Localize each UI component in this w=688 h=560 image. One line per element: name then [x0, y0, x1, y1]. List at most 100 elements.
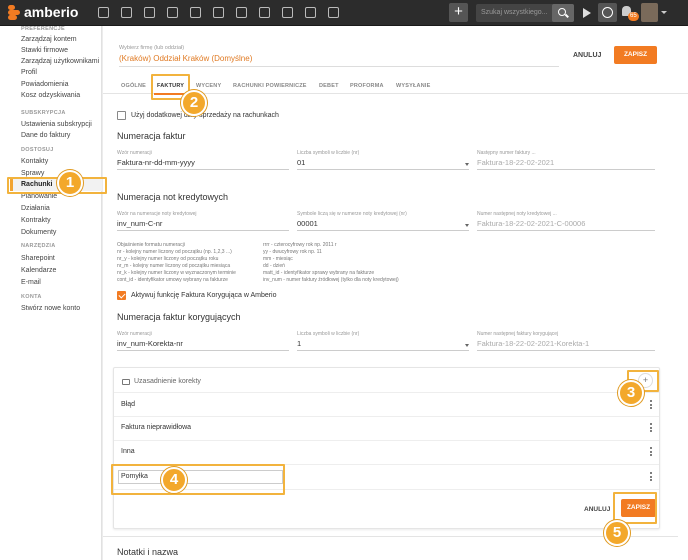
- correction-invoice-checkbox[interactable]: [117, 291, 126, 300]
- play-icon[interactable]: [583, 8, 591, 18]
- sidebar-item-recovery-bin[interactable]: Kosz odzyskiwania: [21, 92, 80, 99]
- user-avatar[interactable]: [641, 3, 658, 22]
- reason-item[interactable]: Inna: [121, 448, 135, 455]
- credit-next-label: Numer następnej noty kredytowej ...: [477, 211, 557, 217]
- correction-reasons-card: Uzasadnienie korekty + Błąd Faktura niep…: [113, 367, 660, 529]
- credit-digits-select[interactable]: 00001: [297, 219, 318, 228]
- more-options-icon[interactable]: [650, 423, 652, 432]
- help-line: yy - dwucyfrowy rok np. 11: [263, 249, 322, 255]
- sidebar-header-customize: DOSTOSUJ: [21, 147, 54, 153]
- tab-proforma[interactable]: PROFORMA: [350, 83, 384, 89]
- documents-icon[interactable]: [282, 7, 293, 18]
- sidebar-item-matters[interactable]: Sprawy: [21, 170, 44, 177]
- sidebar-item-contacts[interactable]: Kontakty: [21, 158, 48, 165]
- sidebar-item-notifications[interactable]: Powiadomienia: [21, 81, 68, 88]
- top-bar: amberio + Szukaj wszystkiego... 65: [0, 0, 688, 26]
- calendar-icon[interactable]: [213, 7, 224, 18]
- timer-icon[interactable]: [598, 3, 617, 22]
- step-marker-2: 2: [181, 90, 207, 116]
- credit-pattern-label: Wzór na numeracje noty kredytowej: [117, 211, 197, 217]
- invoice-digits-label: Liczba symboli w liczbie (nr): [297, 150, 360, 156]
- chevron-down-icon[interactable]: [465, 163, 469, 166]
- sale-date-checkbox[interactable]: [117, 111, 126, 120]
- help-line: inv_num - numer faktury źródłowej (tylko…: [263, 277, 399, 283]
- step-marker-5: 5: [604, 520, 630, 546]
- sidebar-item-sharepoint[interactable]: Sharepoint: [21, 255, 55, 262]
- reason-item[interactable]: Faktura nieprawidłowa: [121, 424, 191, 431]
- tab-trust-accounts[interactable]: RACHUNKI POWIERNICZE: [233, 83, 307, 89]
- credit-pattern-field[interactable]: inv_num-C-nr: [117, 219, 162, 228]
- tab-debit[interactable]: DEBET: [319, 83, 339, 89]
- more-options-icon[interactable]: [650, 472, 652, 481]
- correction-numbering-title: Numeracja faktur korygujących: [117, 312, 241, 322]
- help-line: rrrr - czterocyfrowy rok np. 2011 r: [263, 242, 337, 248]
- dashboard-icon[interactable]: [98, 7, 109, 18]
- correction-digits-underline: [297, 350, 469, 351]
- logo[interactable]: amberio: [8, 4, 78, 20]
- invoice-numbering-title: Numeracja faktur: [117, 131, 186, 141]
- sidebar-item-company-rates[interactable]: Stawki firmowe: [21, 47, 68, 54]
- correction-next-label: Numer następnej faktury korygującej: [477, 331, 559, 337]
- invoice-pattern-field[interactable]: Faktura-nr-dd-mm-yyyy: [117, 158, 195, 167]
- sidebar-item-invoice-data[interactable]: Dane do faktury: [21, 132, 70, 139]
- invoice-next-label: Następny numer faktury ...: [477, 150, 536, 156]
- card-cancel-button[interactable]: ANULUJ: [584, 506, 610, 513]
- tab-quotes[interactable]: WYCENY: [196, 83, 221, 89]
- chevron-down-icon[interactable]: [465, 224, 469, 227]
- card-list-icon: [122, 378, 130, 385]
- sidebar-item-documents[interactable]: Dokumenty: [21, 229, 56, 236]
- help-line: nr_k - kolejny numer liczony w wyznaczon…: [117, 270, 236, 276]
- sidebar-item-planning[interactable]: Planowanie: [21, 193, 57, 200]
- help-line: nr_y - kolejny numer liczony od początku…: [117, 256, 219, 262]
- sidebar-item-manage-users[interactable]: Zarządzaj użytkownikami: [21, 58, 99, 65]
- search-icon[interactable]: [552, 4, 574, 22]
- credit-digits-label: Symbole liczą się w numerze noty kredyto…: [297, 211, 407, 217]
- firm-select[interactable]: (Kraków) Oddział Kraków (Domyślne): [119, 54, 252, 63]
- sidebar-item-create-account[interactable]: Stwórz nowe konto: [21, 305, 80, 312]
- chevron-down-icon[interactable]: [661, 11, 667, 14]
- sidebar-item-profile[interactable]: Profil: [21, 69, 37, 76]
- sidebar-item-email[interactable]: E-mail: [21, 279, 41, 286]
- tab-sending[interactable]: WYSYŁANIE: [396, 83, 431, 89]
- sale-date-label: Użyj dodatkowej daty sprzedaży na rachun…: [131, 112, 279, 119]
- sidebar-item-contracts[interactable]: Kontrakty: [21, 217, 51, 224]
- history-icon[interactable]: [236, 7, 247, 18]
- invoice-digits-select[interactable]: 01: [297, 158, 305, 167]
- firm-select-label: Wybierz firmę (lub oddział): [119, 45, 185, 51]
- credit-next-value: Faktura-18-22-02-2021-C-00006: [477, 219, 586, 228]
- settings-sidebar: PREFERENCJE Zarządzaj kontem Stawki firm…: [0, 26, 102, 560]
- chevron-down-icon[interactable]: [465, 344, 469, 347]
- more-options-icon[interactable]: [650, 447, 652, 456]
- correction-pattern-field[interactable]: inv_num-Korekta-nr: [117, 339, 183, 348]
- invoice-pattern-underline: [117, 169, 289, 170]
- step-marker-4: 4: [161, 467, 187, 493]
- correction-digits-select[interactable]: 1: [297, 339, 301, 348]
- firm-select-underline: [119, 66, 559, 67]
- help-line: cont_id - identyfikator umowy wybrany na…: [117, 277, 228, 283]
- add-new-button[interactable]: +: [449, 3, 468, 22]
- reports-icon[interactable]: [328, 7, 339, 18]
- sidebar-header-tools: NARZĘDZIA: [21, 243, 56, 249]
- sidebar-header-preferences: PREFERENCJE: [21, 26, 65, 32]
- mail-icon[interactable]: [305, 7, 316, 18]
- tab-general[interactable]: OGÓLNE: [121, 83, 146, 89]
- folder-icon[interactable]: [259, 7, 270, 18]
- sidebar-item-activities[interactable]: Działania: [21, 205, 50, 212]
- invoice-icon[interactable]: [167, 7, 178, 18]
- contacts-icon[interactable]: [121, 7, 132, 18]
- cancel-button[interactable]: ANULUJ: [573, 52, 601, 59]
- sidebar-item-calendars[interactable]: Kalendarze: [21, 267, 56, 274]
- briefcase-icon[interactable]: [144, 7, 155, 18]
- invoice-pattern-label: Wzór numeracji: [117, 150, 152, 156]
- correction-pattern-label: Wzór numeracji: [117, 331, 152, 337]
- correction-digits-label: Liczba symboli w liczbie (nr): [297, 331, 360, 337]
- highlight-new-reason-input: [111, 464, 285, 495]
- save-button[interactable]: ZAPISZ: [614, 46, 657, 64]
- reason-item[interactable]: Błąd: [121, 401, 135, 408]
- invoice-next-value: Faktura-18-22-02-2021: [477, 158, 555, 167]
- sidebar-item-subscription-settings[interactable]: Ustawienia subskrypcji: [21, 121, 92, 128]
- sidebar-item-manage-account[interactable]: Zarządzaj kontem: [21, 36, 77, 43]
- invoice-digits-underline: [297, 169, 469, 170]
- more-options-icon[interactable]: [650, 400, 652, 409]
- bank-icon[interactable]: [190, 7, 201, 18]
